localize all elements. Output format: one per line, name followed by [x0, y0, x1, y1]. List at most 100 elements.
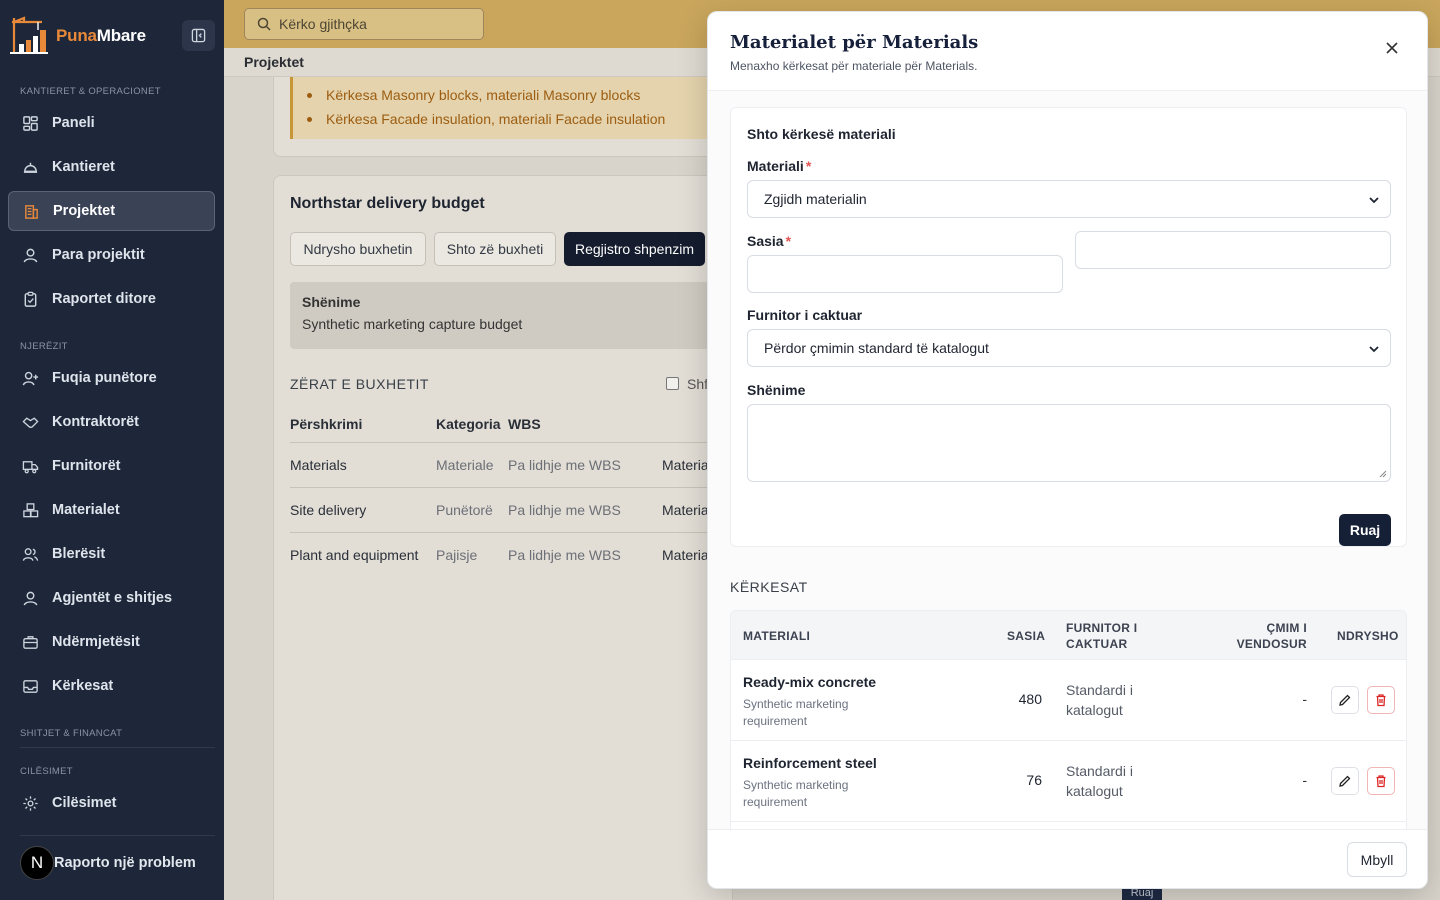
report-problem-link[interactable]: Raporto një problem	[54, 855, 196, 871]
add-budget-item-button[interactable]: Shto zë buxheti	[434, 232, 556, 266]
sidebar-item-contractors[interactable]: Kontraktorët	[8, 402, 215, 442]
request-supplier: Standardi i katalogut	[1066, 682, 1133, 718]
table-row[interactable]: Reinforcement steel Synthetic marketing r…	[731, 741, 1406, 822]
col-header-wbs: WBS	[508, 416, 541, 432]
sidebar-item-buyers[interactable]: Blerësit	[8, 534, 215, 574]
form-title: Shto kërkesë materiali	[747, 126, 896, 142]
divider	[290, 532, 720, 533]
material-select-value: Zgjidh materialin	[764, 191, 867, 207]
table-row[interactable]	[731, 822, 1406, 829]
edit-budget-button[interactable]: Ndrysho buxhetin	[290, 232, 426, 266]
sidebar-item-label: Ndërmjetësit	[52, 634, 140, 650]
sidebar-item-sales-agents[interactable]: Agjentët e shitjes	[8, 578, 215, 618]
materials-modal: Materialet për Materials Menaxho kërkesa…	[707, 11, 1428, 889]
sidebar-item-pre-project[interactable]: Para projektit	[8, 235, 215, 275]
row-wbs: Pa lidhje me WBS	[508, 457, 621, 473]
request-price: -	[1302, 772, 1307, 788]
table-row[interactable]: Ready-mix concrete Synthetic marketing re…	[731, 660, 1406, 741]
notes-textarea[interactable]	[747, 404, 1391, 482]
divider	[290, 442, 720, 443]
sidebar-item-dashboard[interactable]: Paneli	[8, 103, 215, 143]
budget-title: Northstar delivery budget	[290, 195, 485, 212]
sidebar-item-settings[interactable]: Cilësimet	[8, 783, 215, 823]
edit-request-button[interactable]	[1331, 686, 1359, 714]
divider	[20, 835, 215, 836]
notes-label: Shënime	[747, 382, 806, 398]
sidebar-item-label: Kontraktorët	[52, 414, 140, 430]
sidebar-item-workforce[interactable]: Fuqia punëtore	[8, 358, 215, 398]
row-extra: Materia	[662, 547, 709, 563]
trash-icon	[1376, 775, 1386, 788]
row-description: Site delivery	[290, 502, 367, 518]
search-input[interactable]: Kërko gjithçka	[244, 8, 484, 40]
material-select[interactable]: Zgjidh materialin	[747, 180, 1391, 218]
close-button[interactable]: Mbyll	[1347, 842, 1407, 877]
warnings-list: Kërkesa Masonry blocks, materiali Masonr…	[290, 77, 730, 139]
sidebar-item-materials[interactable]: Materialet	[8, 490, 215, 530]
modal-body[interactable]: Shto kërkesë materiali Materiali * Zgjidh…	[708, 91, 1427, 829]
notes-text: Synthetic marketing capture budget	[302, 316, 523, 332]
save-button[interactable]: Ruaj	[1339, 514, 1391, 546]
show-checkbox[interactable]	[666, 377, 679, 390]
row-category: Punëtorë	[436, 502, 493, 518]
users-icon	[22, 547, 39, 561]
crane-logo-icon	[8, 16, 50, 56]
request-note: Synthetic marketing requirement	[743, 697, 849, 728]
sidebar-item-label: Materialet	[52, 502, 120, 518]
material-label: Materiali *	[747, 158, 812, 174]
delete-request-button[interactable]	[1367, 767, 1395, 795]
modal-footer: Mbyll	[708, 829, 1427, 888]
sidebar-item-projects[interactable]: Projektet	[8, 191, 215, 231]
divider	[20, 747, 215, 748]
search-placeholder: Kërko gjithçka	[279, 16, 367, 32]
clipboard-icon	[24, 291, 37, 307]
close-modal-button[interactable]	[1380, 36, 1404, 60]
col-header-material: MATERIALI	[743, 629, 811, 643]
collapse-sidebar-button[interactable]	[182, 20, 215, 51]
chevron-down-icon	[1369, 197, 1379, 204]
row-description: Materials	[290, 457, 347, 473]
supplier-label: Furnitor i caktuar	[747, 307, 863, 323]
gear-icon	[23, 795, 38, 811]
sidebar-item-requests[interactable]: Kërkesat	[8, 666, 215, 706]
sidebar-item-label: Paneli	[52, 115, 95, 131]
sidebar-item-label: Projektet	[53, 203, 116, 219]
sidebar-item-sites[interactable]: Kantieret	[8, 147, 215, 187]
request-supplier: Standardi i katalogut	[1066, 763, 1133, 799]
section-title-people: NJERËZIT	[20, 341, 68, 352]
table-header: MATERIALI SASIA FURNITOR I CAKTUAR ÇMIM I…	[731, 611, 1406, 660]
truck-icon	[22, 460, 39, 473]
edit-request-button[interactable]	[1331, 767, 1359, 795]
delete-request-button[interactable]	[1367, 686, 1395, 714]
record-expense-button[interactable]: Regjistro shpenzim	[564, 232, 705, 266]
budget-notes: Shënime Synthetic marketing capture budg…	[290, 282, 720, 349]
warning-item: Kërkesa Facade insulation, materiali Fac…	[293, 107, 730, 131]
row-category: Materiale	[436, 457, 494, 473]
sidebar-item-brokers[interactable]: Ndërmjetësit	[8, 622, 215, 662]
sidebar-item-suppliers[interactable]: Furnitorët	[8, 446, 215, 486]
col-header-quantity: SASIA	[1007, 629, 1046, 643]
quantity-input[interactable]	[747, 255, 1063, 293]
row-extra: Materia	[662, 502, 709, 518]
request-quantity: 76	[1026, 772, 1042, 788]
pencil-icon	[1339, 694, 1351, 706]
row-description: Plant and equipment	[290, 547, 419, 563]
sidebar-item-label: Kantieret	[52, 159, 115, 175]
sidebar-toggle-icon	[191, 28, 206, 43]
avatar[interactable]: N	[20, 846, 54, 880]
request-material-name: Ready-mix concrete	[743, 674, 877, 690]
supplier-select[interactable]: Përdor çmimin standard të katalogut	[747, 329, 1391, 367]
row-category: Pajisje	[436, 547, 478, 563]
breadcrumb[interactable]: Projektet	[244, 54, 304, 70]
warning-item: Kërkesa Masonry blocks, materiali Masonr…	[293, 83, 730, 107]
sidebar: PunaMbare KANTIERET & OPERACIONET Paneli…	[0, 0, 224, 900]
sidebar-item-daily-reports[interactable]: Raportet ditore	[8, 279, 215, 319]
resize-handle-icon[interactable]	[1378, 469, 1387, 478]
trash-icon	[1376, 694, 1386, 707]
section-title-settings: CILËSIMET	[20, 766, 73, 777]
col-header-price: ÇMIM I VENDOSUR	[1236, 621, 1307, 651]
user-plus-icon	[22, 371, 39, 385]
unit-input[interactable]	[1075, 231, 1391, 269]
logo[interactable]: PunaMbare	[8, 16, 146, 56]
search-icon	[257, 17, 271, 31]
